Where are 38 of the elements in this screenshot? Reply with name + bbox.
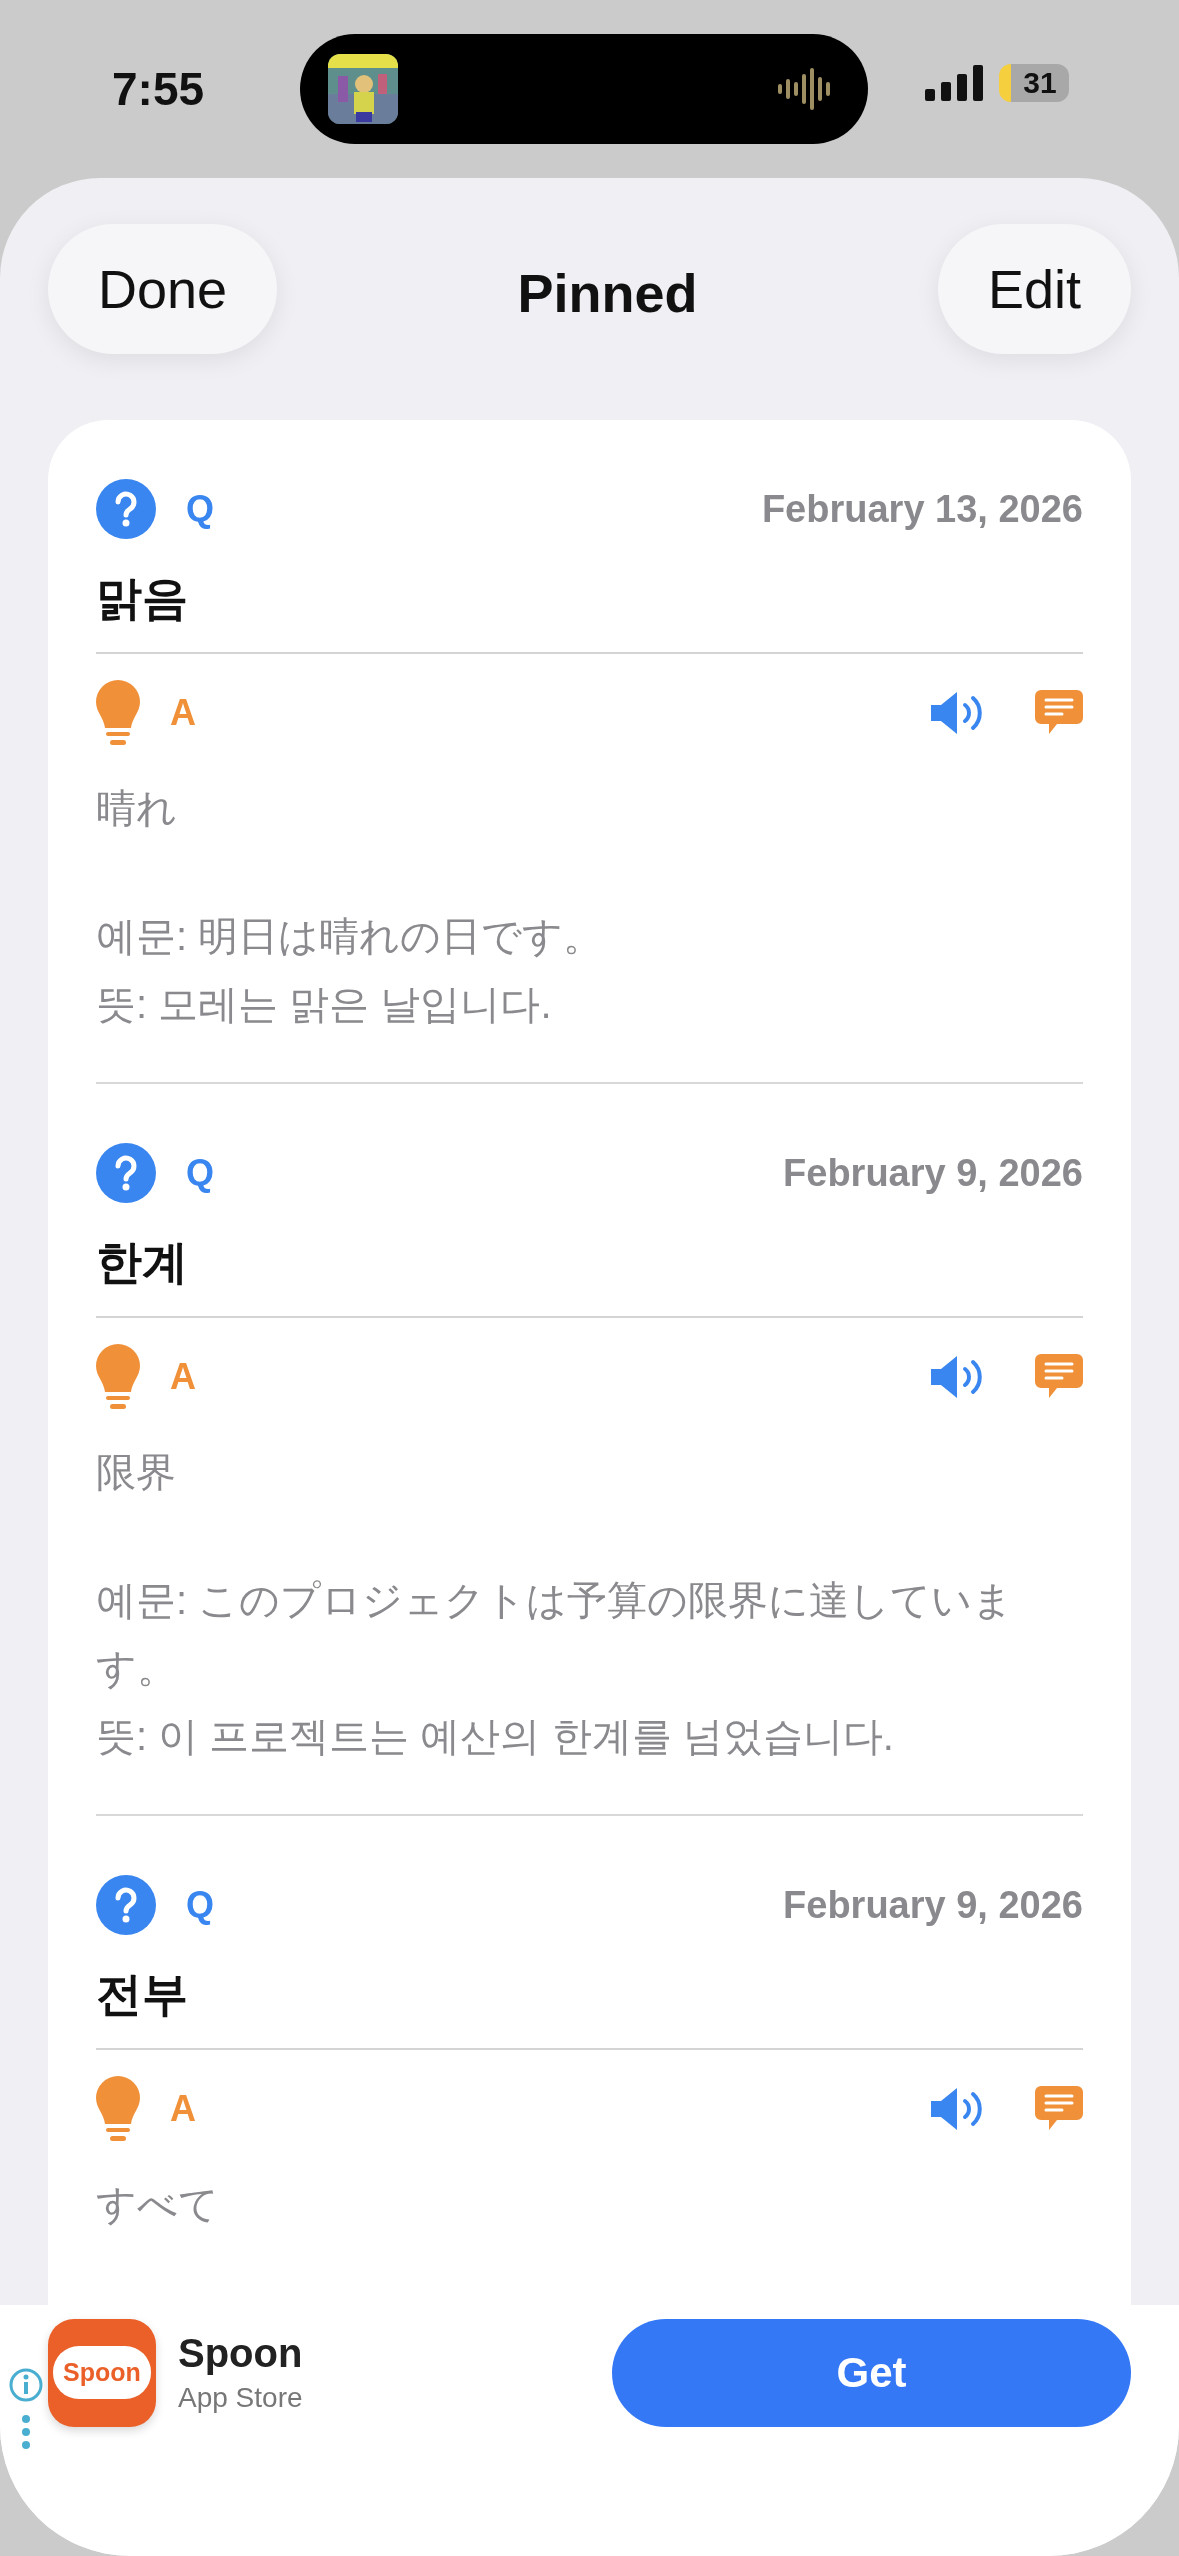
entry-date: February 13, 2026 xyxy=(761,487,1083,531)
answer-text: 限界 xyxy=(96,1449,177,1496)
get-button[interactable]: Get xyxy=(612,2318,1131,2427)
question-label: Q xyxy=(186,1884,214,1926)
message-icon[interactable] xyxy=(1035,2086,1083,2132)
message-icon[interactable] xyxy=(1035,690,1083,736)
answer-label: A xyxy=(170,692,196,734)
ad-store-name: App Store xyxy=(178,2382,303,2414)
edit-button[interactable]: Edit xyxy=(937,224,1131,354)
answer-label: A xyxy=(170,2088,196,2130)
example-text: 예문: このプロジェクトは予算の限界に達しています。 xyxy=(96,1577,1015,1692)
signal-icon xyxy=(925,65,983,101)
question-icon xyxy=(96,479,156,539)
battery-level: 31 xyxy=(999,64,1069,102)
question-icon xyxy=(96,1143,156,1203)
question-label: Q xyxy=(186,1152,214,1194)
logo-text: Spoon xyxy=(53,2346,151,2399)
screen-title: Pinned xyxy=(517,262,698,324)
lightbulb-icon xyxy=(96,680,140,746)
status-time: 7:55 xyxy=(112,62,206,116)
ad-app-name: Spoon xyxy=(178,2331,303,2376)
answer-text: すべて xyxy=(96,2181,220,2228)
entry-date: February 9, 2026 xyxy=(783,1151,1083,1195)
example-text: 뜻: 모레는 맑은 날입니다. xyxy=(96,981,553,1028)
entry-date: February 9, 2026 xyxy=(783,1883,1083,1927)
lightbulb-icon xyxy=(96,1344,140,1410)
answer-label: A xyxy=(170,1356,196,1398)
question-word: 전부 xyxy=(96,1967,189,2022)
message-icon[interactable] xyxy=(1035,1354,1083,1400)
answer-text: 晴れ xyxy=(96,785,178,832)
example-text: 뜻: 이 프로젝트는 예산의 한계를 넘었습니다. xyxy=(96,1713,895,1760)
question-icon xyxy=(96,1875,156,1935)
question-word: 한계 xyxy=(96,1235,189,1290)
example-text: 예문: 明日は晴れの日です。 xyxy=(96,913,605,960)
done-button[interactable]: Done xyxy=(48,224,278,354)
lightbulb-icon xyxy=(96,2076,140,2142)
question-label: Q xyxy=(186,488,214,530)
question-word: 맑음 xyxy=(96,571,189,626)
